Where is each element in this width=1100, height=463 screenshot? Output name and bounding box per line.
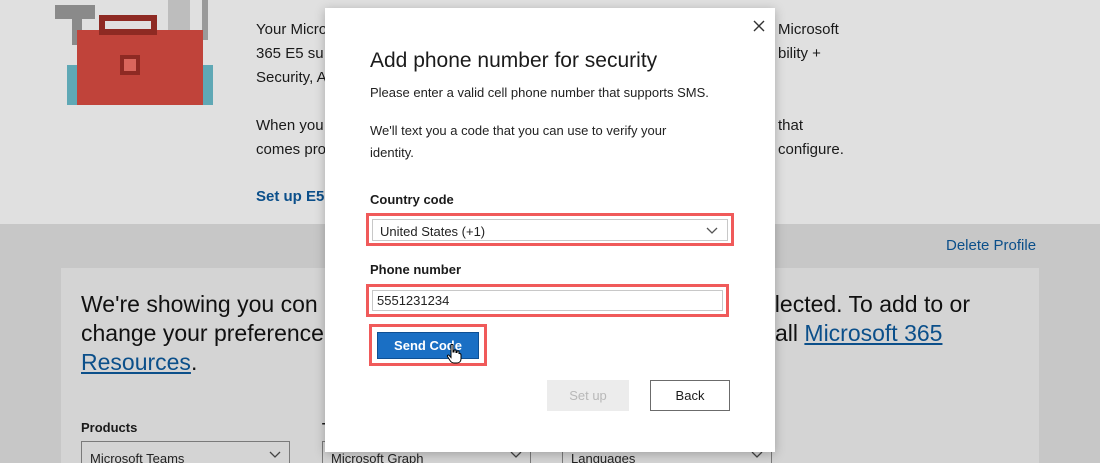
languages-select-value: Languages — [571, 451, 636, 463]
products-label: Products — [81, 420, 138, 435]
intro-text-line2: 365 E5 su — [256, 45, 324, 62]
resources-link[interactable]: Resources — [81, 349, 191, 375]
dialog-title: Add phone number for security — [370, 49, 658, 72]
set-up-button[interactable]: Set up — [547, 380, 629, 411]
country-code-highlight: United States (+1) — [366, 213, 734, 246]
add-phone-dialog: Add phone number for security Please ent… — [325, 8, 775, 452]
close-icon[interactable] — [751, 18, 767, 34]
country-code-select[interactable]: United States (+1) — [372, 219, 728, 241]
dialog-subtitle: Please enter a valid cell phone number t… — [370, 85, 709, 100]
para-text-line2-right: configure. — [778, 141, 844, 158]
toolbox-illustration — [55, 0, 213, 105]
intro-text-line2-right: bility + — [778, 45, 821, 62]
card-text-line3: Resources. — [81, 348, 197, 377]
send-code-button[interactable]: Send Code — [377, 332, 479, 359]
dialog-description: We'll text you a code that you can use t… — [370, 123, 667, 160]
second-filter-value: Microsoft Graph — [331, 451, 424, 463]
phone-number-input[interactable] — [372, 290, 723, 311]
country-code-value: United States (+1) — [380, 224, 486, 239]
card-text-period: . — [190, 349, 198, 375]
back-button[interactable]: Back — [650, 380, 730, 411]
para-text-line1: When you — [256, 117, 324, 134]
para-text-line1-right: that — [778, 117, 804, 134]
delete-profile-link[interactable]: Delete Profile — [946, 237, 1036, 254]
phone-number-highlight — [366, 284, 729, 317]
card-text-line1: We're showing you con — [81, 291, 318, 317]
hand-pointer-icon — [446, 344, 462, 364]
para-text-line2: comes pro — [256, 141, 327, 158]
intro-text-line3: Security, A — [256, 69, 327, 86]
card-text-line1-right: elected. To add to or — [762, 291, 970, 317]
intro-text-line1-right: Microsoft — [778, 21, 839, 38]
card-text-line2: change your preference — [81, 320, 324, 346]
card-text-all: all — [775, 320, 799, 346]
card-text-line2-right: all Microsoft 365 — [775, 319, 942, 348]
setup-e5-link[interactable]: Set up E5 — [256, 188, 324, 205]
microsoft-365-link[interactable]: Microsoft 365 — [804, 320, 942, 346]
products-select-value: Microsoft Teams — [90, 451, 185, 463]
products-select[interactable]: Microsoft Teams — [81, 441, 290, 463]
chevron-down-icon — [706, 227, 718, 234]
country-code-label: Country code — [370, 192, 454, 207]
send-code-highlight: Send Code — [369, 324, 487, 366]
phone-number-label: Phone number — [370, 262, 462, 277]
chevron-down-icon — [269, 451, 281, 458]
